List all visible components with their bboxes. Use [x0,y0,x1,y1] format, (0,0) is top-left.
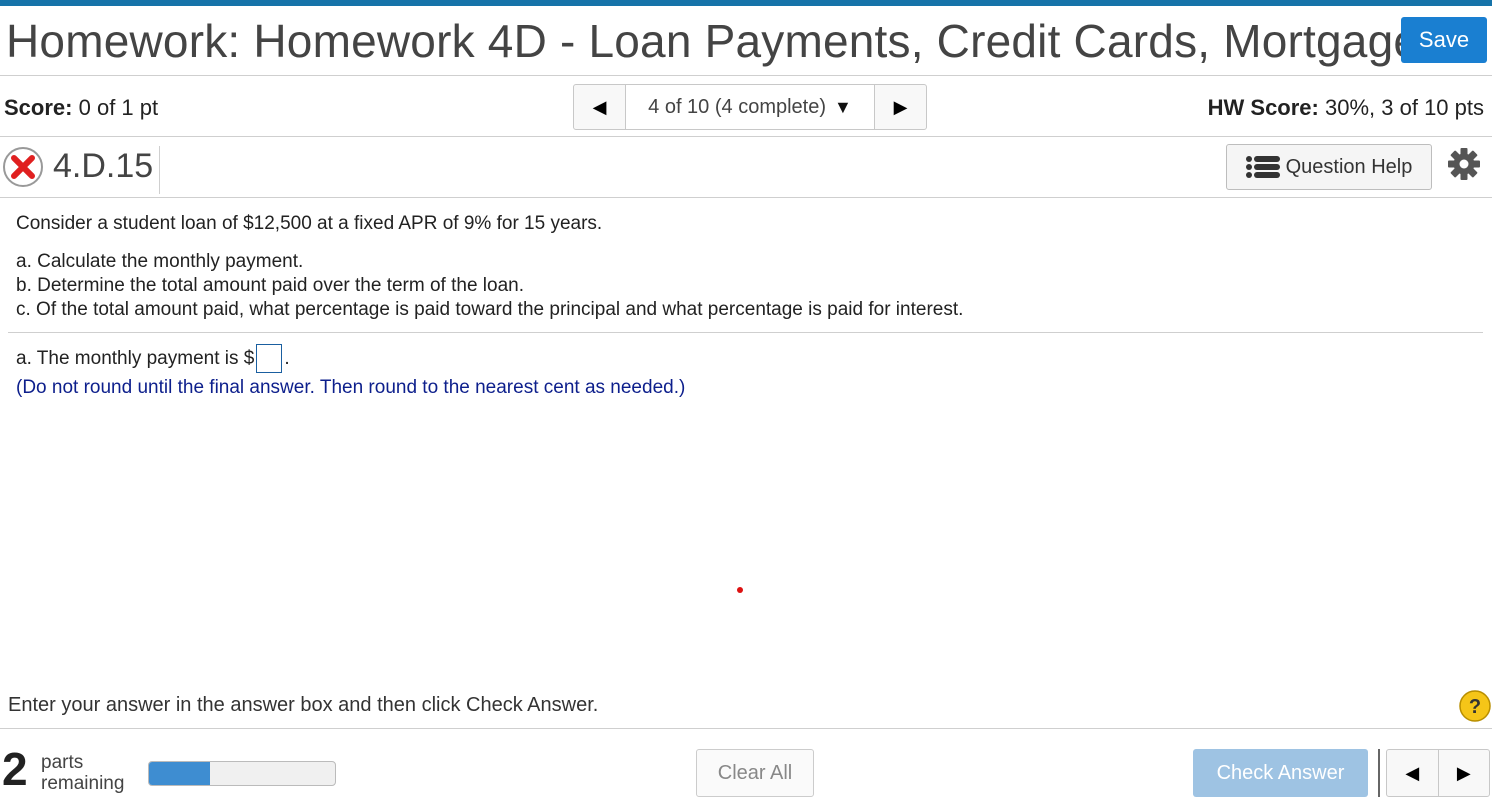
parts-remaining-label: parts remaining [41,752,124,794]
answer-suffix: . [284,347,290,369]
next-question-button[interactable]: ▶ [874,85,926,129]
clear-all-button[interactable]: Clear All [696,749,814,797]
gear-icon[interactable] [1447,147,1481,181]
previous-question-button[interactable]: ◀ [574,85,626,129]
answer-input[interactable] [256,344,283,373]
question-id: 4.D.15 [53,147,154,185]
triangle-left-icon: ◀ [592,96,607,117]
page-title: Homework: Homework 4D - Loan Payments, C… [6,15,1443,67]
x-circle-icon [3,147,43,187]
parts-label-line-1: parts [41,752,84,773]
divider [1378,749,1380,797]
answer-line: a. The monthly payment is $ . [16,344,290,373]
svg-text:?: ? [1469,696,1481,718]
question-position: 4 of 10 (4 complete) [648,95,827,118]
question-navigator: ◀ 4 of 10 (4 complete) ▼ ▶ [573,84,927,130]
rounding-hint: (Do not round until the final answer. Th… [16,377,686,398]
divider [0,728,1492,729]
question-selector[interactable]: 4 of 10 (4 complete) ▼ [626,85,874,129]
triangle-down-icon: ▼ [834,96,852,117]
part-b: b. Determine the total amount paid over … [16,275,525,296]
triangle-left-icon: ◀ [1405,762,1420,783]
score: Score: 0 of 1 pt [4,95,158,121]
header: Homework: Homework 4D - Loan Payments, C… [0,6,1492,76]
divider [8,332,1483,333]
triangle-right-icon: ▶ [893,96,908,117]
part-a: a. Calculate the monthly payment. [16,251,304,272]
footer-next-button[interactable]: ▶ [1439,750,1490,796]
help-icon[interactable]: ? [1459,690,1491,722]
progress-fill [149,762,211,785]
divider [159,146,160,194]
question-content: Consider a student loan of $12,500 at a … [16,213,1486,322]
parts-label-line-2: remaining [41,773,125,794]
instructions: Enter your answer in the answer box and … [8,694,599,716]
triangle-right-icon: ▶ [1456,762,1471,783]
question-intro: Consider a student loan of $12,500 at a … [16,213,603,234]
question-help-label: Question Help [1285,155,1413,178]
parts-remaining-count: 2 [2,743,28,795]
question-parts: a. Calculate the monthly payment. b. Det… [16,250,1486,322]
check-answer-button[interactable]: Check Answer [1193,749,1368,797]
footer-previous-button[interactable]: ◀ [1387,750,1439,796]
cursor-dot [737,587,743,593]
hw-score-label: HW Score: [1207,95,1319,120]
question-header: 4.D.15 Question Help [0,138,1492,198]
list-icon [1245,156,1280,178]
hw-score: HW Score: 30%, 3 of 10 pts [1208,95,1484,121]
hw-score-value: 30%, 3 of 10 pts [1325,95,1484,120]
score-label: Score: [4,95,73,120]
score-value: 0 of 1 pt [78,95,159,120]
question-help-button[interactable]: Question Help [1226,144,1432,190]
answer-prefix: a. The monthly payment is $ [16,347,255,369]
footer-navigator: ◀ ▶ [1386,749,1490,797]
part-c: c. Of the total amount paid, what percen… [16,299,964,320]
progress-bar [148,761,336,786]
save-button[interactable]: Save [1401,17,1487,63]
score-bar: Score: 0 of 1 pt ◀ 4 of 10 (4 complete) … [0,77,1492,137]
